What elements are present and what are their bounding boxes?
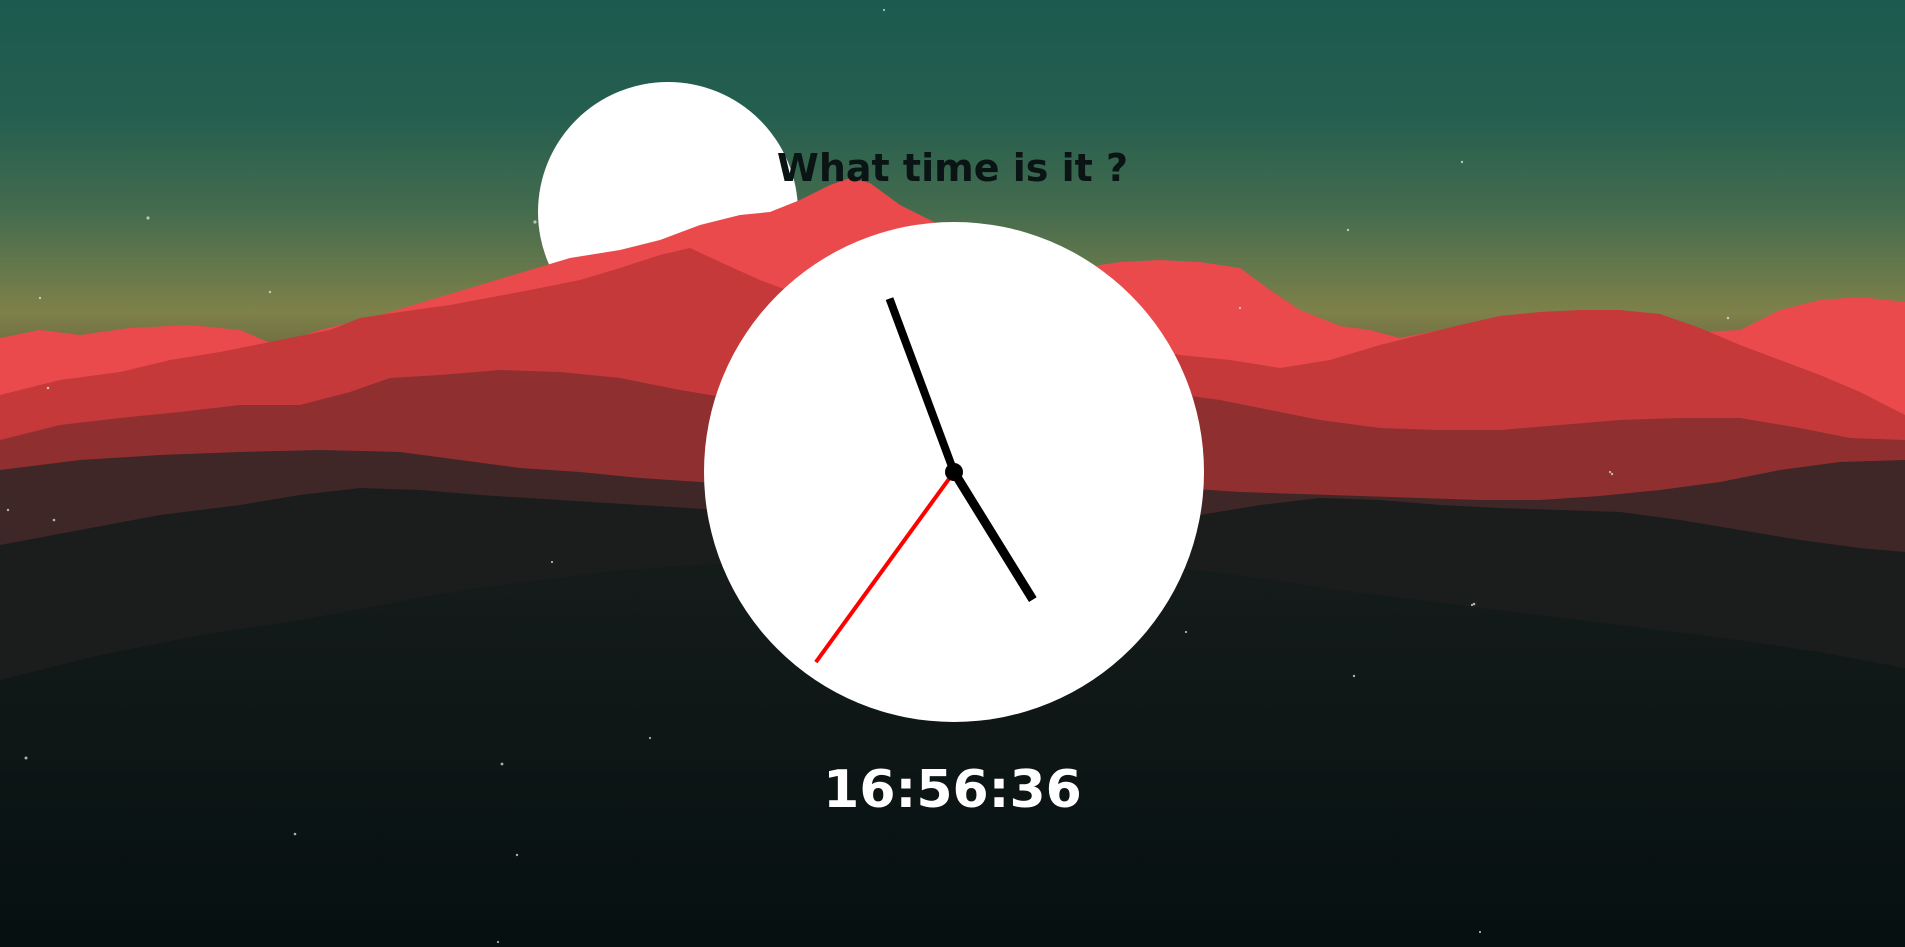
clock-center-pin bbox=[945, 463, 963, 481]
page-title: What time is it ? bbox=[776, 146, 1129, 190]
clock-page: What time is it ? 16:56:36 bbox=[0, 0, 1905, 947]
minute-hand bbox=[885, 297, 958, 474]
hour-hand bbox=[950, 469, 1037, 602]
analog-clock-face bbox=[704, 222, 1204, 722]
digital-time-readout: 16:56:36 bbox=[823, 760, 1082, 820]
second-hand bbox=[814, 470, 956, 664]
